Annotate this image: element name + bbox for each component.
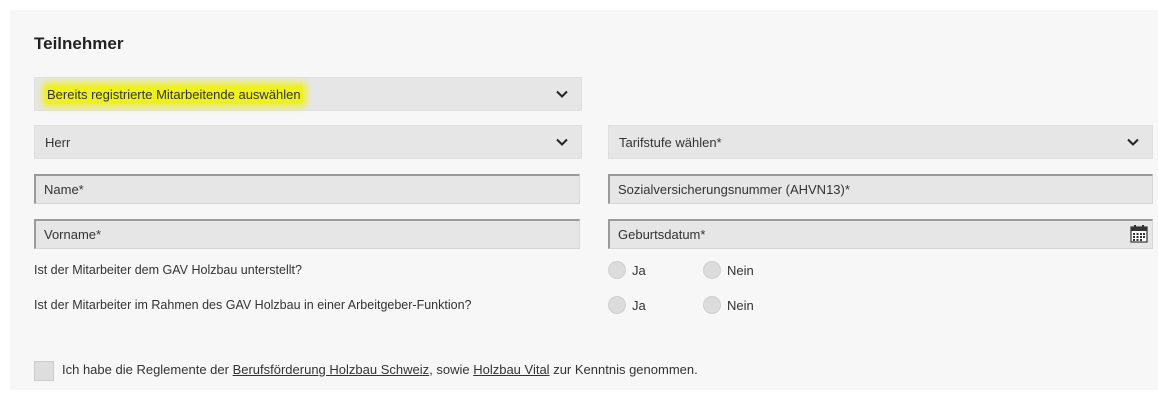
tariff-level-select-value: Tarifstufe wählen* [619,134,722,150]
radio-circle[interactable] [608,261,626,279]
radio-gav-subject-yes[interactable]: Ja [608,261,646,279]
question-gav-subject: Ist der Mitarbeiter dem GAV Holzbau unte… [34,263,302,277]
radio-label: Ja [632,297,646,313]
acknowledge-middle: , sowie [429,362,474,377]
name-field-placeholder: Name* [44,182,84,197]
link-holzbau-vital[interactable]: Holzbau Vital [473,362,549,377]
radio-label: Ja [632,262,646,278]
radio-circle[interactable] [608,296,626,314]
ahv-number-field[interactable]: Sozialversicherungsnummer (AHVN13)* [608,174,1153,204]
birthdate-field[interactable]: Geburtsdatum* [608,219,1153,249]
registered-employee-select[interactable]: Bereits registrierte Mitarbeitende auswä… [34,77,582,111]
acknowledge-text: Ich habe die Reglemente der Berufsförder… [62,362,698,377]
salutation-select-value: Herr [45,134,71,150]
section-title: Teilnehmer [34,34,124,53]
acknowledge-suffix: zur Kenntnis genommen. [549,362,698,377]
chevron-down-icon [556,90,568,98]
name-field[interactable]: Name* [34,174,580,204]
firstname-field-placeholder: Vorname* [44,227,102,242]
radio-employer-function-yes[interactable]: Ja [608,296,646,314]
radio-employer-function-no[interactable]: Nein [703,296,754,314]
firstname-field[interactable]: Vorname* [34,219,580,249]
birthdate-field-placeholder: Geburtsdatum* [618,227,706,242]
salutation-select[interactable]: Herr [34,125,582,159]
radio-label: Nein [727,262,754,278]
radio-label: Nein [727,297,754,313]
tariff-level-select[interactable]: Tarifstufe wählen* [608,125,1153,159]
radio-circle[interactable] [703,296,721,314]
registered-employee-select-value: Bereits registrierte Mitarbeitende auswä… [45,84,303,104]
chevron-down-icon [1127,138,1139,146]
ahv-number-field-placeholder: Sozialversicherungsnummer (AHVN13)* [618,182,850,197]
acknowledge-prefix: Ich habe die Reglemente der [62,362,233,377]
calendar-icon[interactable] [1130,225,1148,243]
chevron-down-icon [556,138,568,146]
acknowledge-checkbox[interactable] [34,361,54,381]
radio-gav-subject-no[interactable]: Nein [703,261,754,279]
link-berufsfoerderung[interactable]: Berufsförderung Holzbau Schweiz [233,362,430,377]
radio-circle[interactable] [703,261,721,279]
question-employer-function: Ist der Mitarbeiter im Rahmen des GAV Ho… [34,298,472,312]
